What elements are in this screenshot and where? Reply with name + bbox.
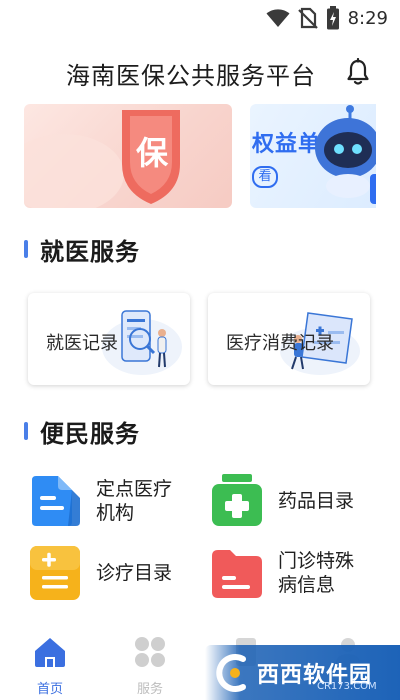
medical-kit-icon [212,474,262,526]
grid-icon [135,637,165,667]
status-icons: 8:29 [266,6,388,30]
card-label: 就医记录 [46,333,118,354]
nav-label: 首页 [36,682,63,697]
section-title: 便民服务 [40,419,140,448]
robot-mascot-icon [315,105,376,204]
service-label: 药品目录 [278,489,354,513]
document-icon [32,476,80,526]
medical-services-heading: 就医服务 [24,234,140,266]
service-label-line: 机构 [96,502,135,524]
service-label: 定点医疗 机构 [96,477,172,525]
calculator-icon [30,546,80,600]
section-accent-bar [24,422,28,440]
shield-badge-text: 保 [135,134,168,172]
service-label: 门诊特殊 病信息 [278,549,354,597]
service-designated-institutions[interactable]: 定点医疗 机构 [28,474,172,528]
home-icon [35,638,65,667]
banner-slide-current[interactable]: 保 [24,104,232,208]
insurance-shield-illustration [24,110,180,208]
folder-icon [212,550,262,598]
banner-sub-text: 看 [252,166,278,188]
bell-icon[interactable] [344,58,372,86]
nav-tab-home[interactable]: 首页 [20,636,80,697]
nav-label: 服务 [136,682,163,697]
watermark-sub: CR173.COM [317,681,377,692]
service-label-line: 定点医疗 [96,478,173,500]
convenience-services-heading: 便民服务 [24,416,140,448]
banner-slide-next[interactable]: 权益单 看 [250,104,376,208]
service-treatment-catalog[interactable]: 诊疗目录 [28,546,172,600]
card-label: 医疗消费记录 [226,333,334,354]
site-watermark: 西西软件园 CR173.COM [205,645,400,700]
section-accent-bar [24,240,28,258]
status-bar: 8:29 [0,0,400,36]
battery-charging-icon [326,6,339,30]
app-title: 海南医保公共服务平台 [66,62,316,90]
card-medical-expense-records[interactable]: 医疗消费记录 [208,293,370,385]
no-sim-icon [297,7,318,29]
wifi-icon [266,9,290,27]
status-time: 8:29 [347,7,388,29]
service-label-line: 门诊特殊 [278,550,355,572]
service-label-line: 病信息 [278,574,336,596]
service-label-line: 药品目录 [278,490,355,512]
watermark-logo-icon [216,654,246,692]
service-label: 诊疗目录 [96,561,172,585]
service-label-line: 诊疗目录 [96,562,173,584]
card-medical-records[interactable]: 就医记录 [28,293,190,385]
service-drug-catalog[interactable]: 药品目录 [210,474,354,528]
nav-tab-services[interactable]: 服务 [120,636,180,697]
service-special-outpatient-disease[interactable]: 门诊特殊 病信息 [210,546,354,600]
section-title: 就医服务 [40,237,140,266]
app-header: 海南医保公共服务平台 [0,50,400,94]
